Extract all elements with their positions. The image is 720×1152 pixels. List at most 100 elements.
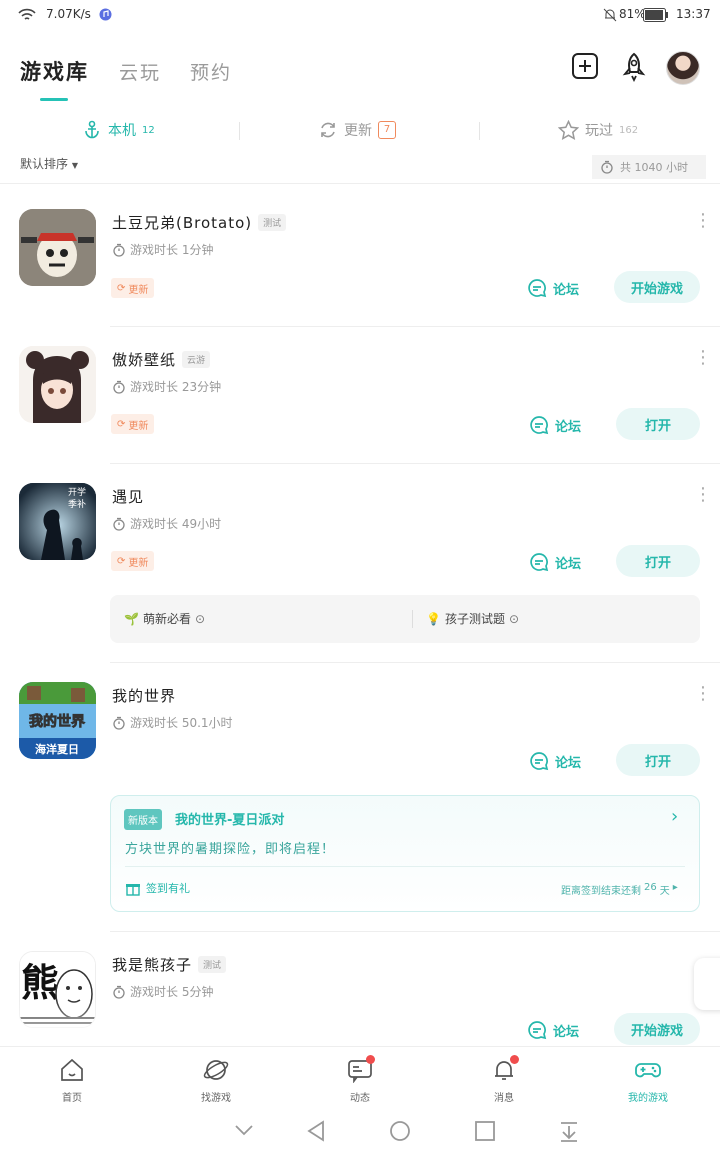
refresh-icon [321, 122, 335, 138]
chip-quiz[interactable]: 💡 孩子测试题 ⊙ [426, 610, 519, 627]
bulb-icon: 💡 [426, 611, 441, 626]
gamepad-icon [635, 1063, 661, 1078]
game-icon-yujian[interactable]: 开学 季补 [19, 483, 96, 560]
rocket-icon[interactable] [619, 52, 649, 82]
game-icon-brotato[interactable] [19, 209, 96, 286]
subtab-update[interactable]: 更新 7 [318, 120, 396, 140]
recent-apps-icon[interactable] [474, 1120, 496, 1142]
game-title[interactable]: 土豆兄弟(Brotato) 测试 [112, 212, 287, 233]
update-badge[interactable]: ⟳ 更新 [111, 551, 155, 571]
home-icon [61, 1058, 83, 1081]
timer-icon [113, 517, 125, 531]
mute-bell-icon [603, 8, 617, 22]
promo-title: 我的世界-夏日派对 [175, 813, 285, 828]
subtab-local[interactable]: 本机 12 [82, 120, 155, 140]
sub-tabs: 本机 12 更新 7 玩过 162 [0, 112, 720, 152]
system-navigation-bar [0, 1106, 720, 1152]
total-playtime: 共 1040 小时 [592, 155, 706, 179]
anime-girl-art-icon [19, 346, 96, 423]
hide-keyboard-icon[interactable] [234, 1124, 254, 1136]
chip-beginner[interactable]: 🌱 萌新必看 ⊙ [124, 610, 205, 627]
open-button[interactable]: 打开 [616, 408, 700, 440]
game-name: 我是熊孩子 [112, 956, 193, 974]
forum-button[interactable]: 论坛 [527, 278, 579, 298]
nav-feed[interactable]: 动态 [320, 1055, 400, 1104]
user-avatar[interactable] [666, 51, 700, 85]
row-divider [110, 326, 720, 327]
open-button[interactable]: 打开 [616, 545, 700, 577]
countdown-unit: 天 [659, 886, 670, 897]
nav-label: 首页 [62, 1093, 82, 1104]
playtime: 游戏时长 23分钟 [112, 378, 221, 395]
back-icon[interactable] [306, 1120, 326, 1142]
game-icon-minecraft[interactable]: 我的世界 海洋夏日 [19, 682, 96, 759]
subtab-update-label: 更新 [344, 123, 372, 139]
row-divider [110, 463, 720, 464]
timer-icon [113, 985, 125, 999]
status-bar: 7.07K/s 81% 13:37 [0, 0, 720, 30]
battery-percent: 81% [619, 7, 646, 21]
add-game-icon[interactable] [571, 52, 601, 82]
game-title[interactable]: 遇见 [112, 486, 144, 507]
subtab-divider [479, 122, 480, 140]
playtime-text: 游戏时长 1分钟 [130, 243, 214, 257]
arrow-circle-icon: ⊙ [508, 611, 520, 626]
forum-button[interactable]: 论坛 [529, 751, 581, 771]
arrow-circle-icon: ⊙ [194, 611, 206, 626]
guide-chips: 🌱 萌新必看 ⊙ 💡 孩子测试题 ⊙ [110, 595, 700, 643]
notification-pull-icon[interactable] [558, 1120, 580, 1142]
sign-in-gift-link[interactable]: 签到有礼 [125, 880, 190, 896]
forum-button[interactable]: 论坛 [527, 1020, 579, 1040]
start-game-button[interactable]: 开始游戏 [614, 1013, 700, 1045]
game-title[interactable]: 我是熊孩子 测试 [112, 954, 227, 975]
icon-character: 熊 [21, 961, 59, 1005]
start-game-button[interactable]: 开始游戏 [614, 271, 700, 303]
playtime-text: 游戏时长 50.1小时 [130, 716, 233, 730]
more-options-icon[interactable]: ⋮ [694, 486, 712, 504]
update-badge[interactable]: ⟳ 更新 [111, 414, 155, 434]
tab-game-library[interactable]: 游戏库 [20, 56, 89, 86]
subtab-played[interactable]: 玩过 162 [558, 120, 638, 140]
countdown-days: 26 [644, 882, 657, 893]
open-button[interactable]: 打开 [616, 744, 700, 776]
more-options-icon[interactable]: ⋮ [694, 349, 712, 367]
refresh-icon: ⟳ [117, 418, 126, 430]
nav-label: 找游戏 [201, 1093, 231, 1104]
scroll-fade [0, 1000, 720, 1046]
icon-text-bottom: 季补 [68, 498, 86, 510]
arrow-right-icon: ▸ [672, 882, 678, 893]
home-circle-icon[interactable] [389, 1120, 411, 1142]
tab-cloud-play[interactable]: 云玩 [119, 58, 161, 85]
game-name: 傲娇壁纸 [112, 351, 177, 369]
sign-in-countdown: 距离签到结束还剩 26 天 ▸ [561, 882, 678, 897]
star-icon [558, 120, 579, 140]
chat-icon [530, 416, 549, 435]
chat-icon [530, 553, 549, 572]
game-icon-wallpaper[interactable] [19, 346, 96, 423]
row-divider [110, 662, 720, 663]
floating-side-button[interactable] [694, 958, 720, 1010]
nav-my-games[interactable]: 我的游戏 [608, 1057, 688, 1104]
forum-button[interactable]: 论坛 [529, 415, 581, 435]
nav-home[interactable]: 首页 [32, 1057, 112, 1104]
update-badge[interactable]: ⟳ 更新 [111, 278, 155, 298]
chevron-right-icon[interactable]: › [671, 806, 678, 827]
nav-messages[interactable]: 消息 [464, 1055, 544, 1104]
playtime: 游戏时长 1分钟 [112, 241, 213, 258]
nav-label: 我的游戏 [628, 1093, 668, 1104]
forum-button[interactable]: 论坛 [529, 552, 581, 572]
more-options-icon[interactable]: ⋮ [694, 212, 712, 230]
nav-find-games[interactable]: 找游戏 [176, 1057, 256, 1104]
promo-description: 方块世界的暑期探险，即将启程！ [125, 842, 336, 857]
game-title[interactable]: 我的世界 [112, 685, 176, 706]
more-options-icon[interactable]: ⋮ [694, 685, 712, 703]
game-title[interactable]: 傲娇壁纸 云游 [112, 349, 211, 370]
promo-divider [125, 866, 685, 867]
sort-dropdown[interactable]: 默认排序 ▼ [20, 155, 78, 172]
notification-dot [366, 1055, 375, 1064]
version-promo-card[interactable]: 新版本 我的世界-夏日派对 › 方块世界的暑期探险，即将启程！ 签到有礼 距离签… [110, 795, 700, 912]
forum-label: 论坛 [553, 1024, 580, 1040]
forum-label: 论坛 [553, 282, 580, 298]
playtime: 游戏时长 50.1小时 [112, 714, 233, 731]
tab-reservation[interactable]: 预约 [190, 58, 232, 85]
